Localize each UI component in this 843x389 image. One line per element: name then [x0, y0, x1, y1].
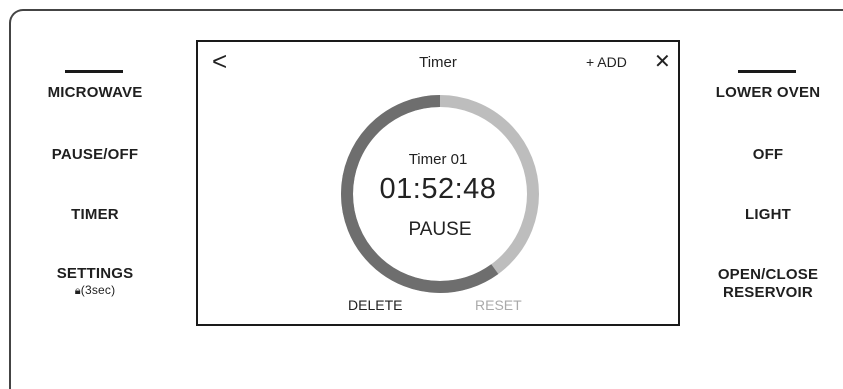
add-timer-button[interactable]: + ADD — [586, 54, 627, 70]
pause-off-button[interactable]: PAUSE/OFF — [20, 146, 170, 164]
lower-oven-selected-indicator — [738, 70, 796, 73]
light-button-label: LIGHT — [745, 206, 791, 223]
settings-button[interactable]: SETTINGS 🔒︎(3sec) — [20, 265, 170, 298]
off-button[interactable]: OFF — [693, 146, 843, 164]
microwave-button[interactable]: MICROWAVE — [20, 84, 170, 102]
microwave-button-label: MICROWAVE — [47, 84, 143, 101]
microwave-selected-indicator — [65, 70, 123, 73]
pause-off-button-label: PAUSE/OFF — [51, 146, 139, 163]
delete-button[interactable]: DELETE — [348, 297, 402, 313]
open-close-label: OPEN/CLOSE — [717, 266, 819, 283]
settings-button-label: SETTINGS — [56, 265, 134, 282]
close-icon[interactable]: ✕ — [654, 49, 671, 74]
open-close-reservoir-button[interactable]: OPEN/CLOSE RESERVOIR — [693, 266, 843, 302]
settings-hold-duration: (3sec) — [80, 283, 116, 297]
lower-oven-button-label: LOWER OVEN — [715, 84, 821, 101]
timer-countdown: 01:52:48 — [379, 173, 497, 205]
timer-button-label: TIMER — [71, 206, 119, 223]
pause-button[interactable]: PAUSE — [388, 219, 492, 241]
reservoir-label: RESERVOIR — [723, 284, 813, 301]
light-button[interactable]: LIGHT — [693, 206, 843, 224]
lower-oven-button[interactable]: LOWER OVEN — [693, 84, 843, 102]
settings-hold-hint: 🔒︎(3sec) — [20, 283, 170, 298]
display-screen: < Timer + ADD ✕ Timer 01 01:52:48 PAUSE … — [196, 40, 680, 326]
off-button-label: OFF — [752, 146, 784, 163]
timer-name: Timer 01 — [408, 151, 468, 168]
reset-button[interactable]: RESET — [475, 297, 522, 313]
timer-button[interactable]: TIMER — [20, 206, 170, 224]
